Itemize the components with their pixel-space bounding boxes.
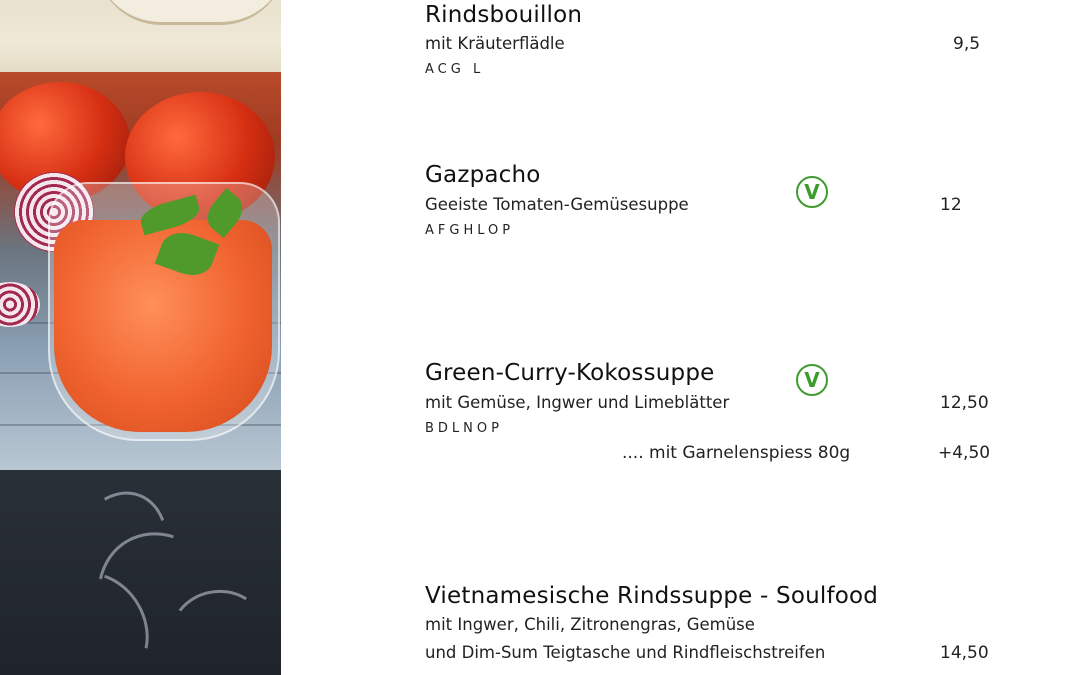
menu-item-price: 14,50 xyxy=(940,643,989,663)
menu-item-description: und Dim-Sum Teigtasche und Rindfleischst… xyxy=(425,643,826,662)
menu-item-allergens: ACG L xyxy=(425,62,485,77)
menu-item-description: mit Gemüse, Ingwer und Limeblätter xyxy=(425,393,730,412)
menu-item-addon-price: +4,50 xyxy=(938,443,991,463)
menu-item-price: 12,50 xyxy=(940,393,989,413)
menu-item-price: 9,5 xyxy=(953,34,981,54)
menu-item-title: Green-Curry-Kokossuppe xyxy=(425,360,715,386)
menu-item-allergens: BDLNOP xyxy=(425,421,503,436)
menu-item-description: mit Kräuterflädle xyxy=(425,34,565,53)
menu-item-allergens: AFGHLOP xyxy=(425,223,515,238)
menu-item-title: Gazpacho xyxy=(425,162,541,188)
menu-item-price: 12 xyxy=(940,195,962,215)
steam-photo xyxy=(0,470,281,675)
menu-item-description: Geeiste Tomaten-Gemüsesuppe xyxy=(425,195,689,214)
vegetarian-icon: V xyxy=(796,176,828,208)
bouillon-bowl-photo xyxy=(0,0,281,72)
menu-item-description: mit Ingwer, Chili, Zitronengras, Gemüse xyxy=(425,615,755,634)
food-photo-column xyxy=(0,0,281,675)
menu-item-addon: .... mit Garnelenspiess 80g xyxy=(622,443,851,463)
menu-item-title: Rindsbouillon xyxy=(425,2,583,28)
vegetarian-icon: V xyxy=(796,364,828,396)
gazpacho-photo xyxy=(0,72,281,470)
menu-item-title: Vietnamesische Rindssuppe - Soulfood xyxy=(425,583,879,609)
